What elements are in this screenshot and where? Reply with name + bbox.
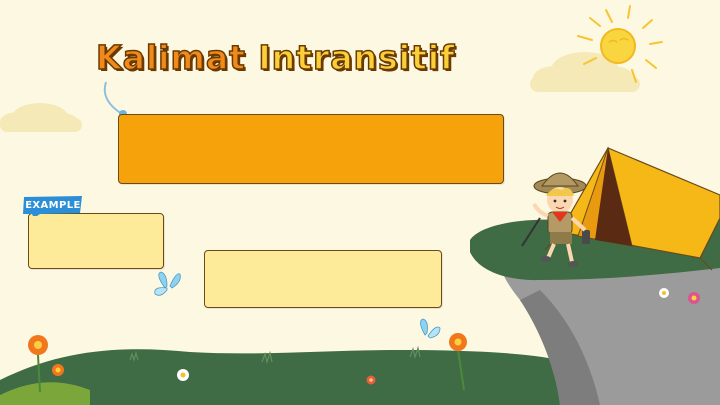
flower-icon [688,292,700,304]
definition-box[interactable] [118,114,504,184]
cloud-icon [0,103,82,132]
flower-icon [366,375,376,385]
example-box[interactable] [28,213,164,269]
title-word-2: Intransitif [258,37,456,78]
butterfly-icon [154,271,181,296]
example-tag: EXAMPLE [22,196,84,216]
slide: Kalimat Intransitif EXAMPLE [0,0,720,405]
butterfly-icon [420,318,441,339]
flower-icon [177,369,189,381]
flower-icon [659,288,669,298]
title-word-1: Kalimat [95,37,246,78]
sentence-box[interactable] [204,250,442,308]
example-tag-label: EXAMPLE [25,200,81,211]
page-title: Kalimat Intransitif [95,37,456,78]
